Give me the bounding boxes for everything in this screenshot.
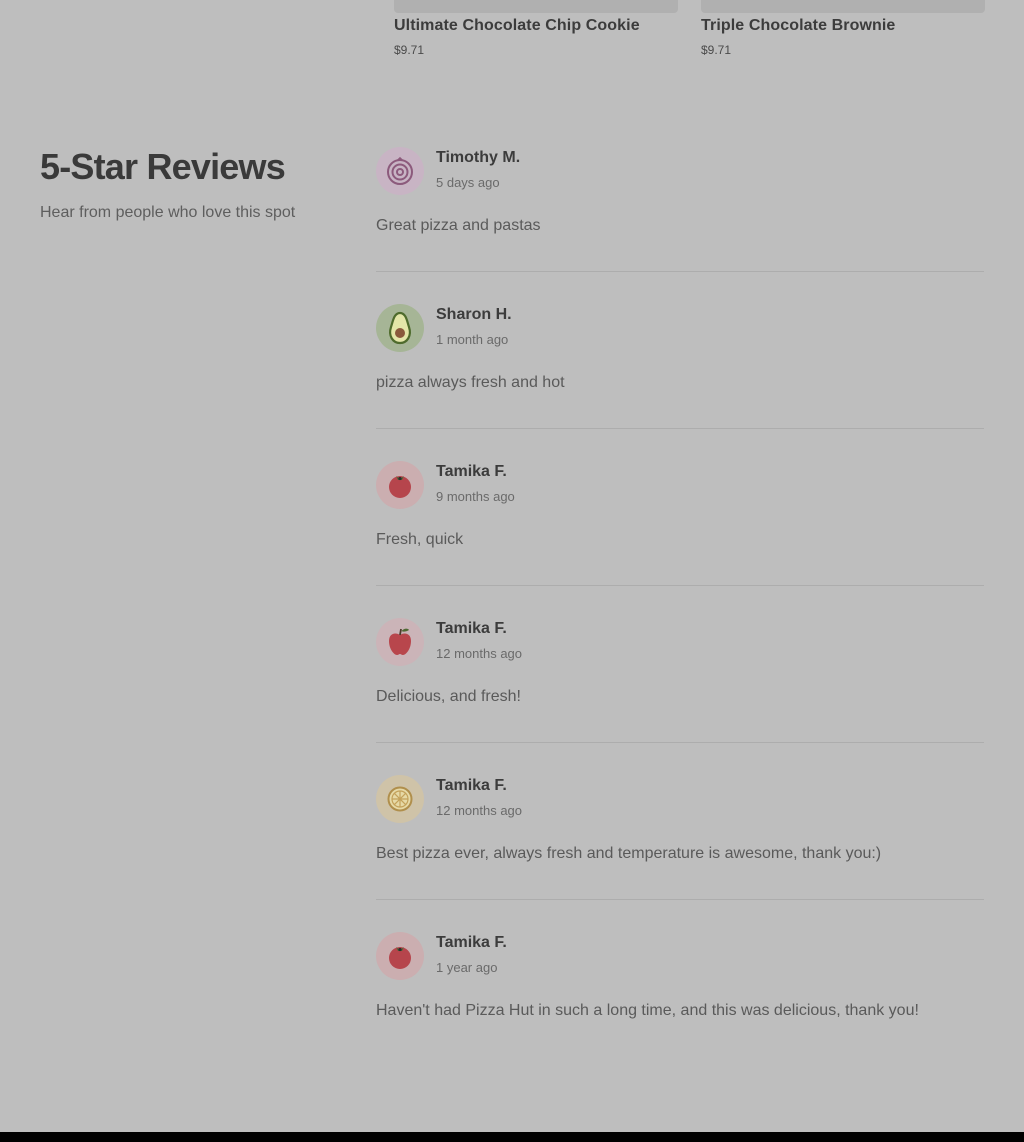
review-date: 12 months ago [436,803,523,818]
apple-icon [376,618,424,666]
review-item: Tamika F. 9 months ago Fresh, quick [376,461,984,586]
review-text: Great pizza and pastas [376,217,541,234]
review-text: Haven't had Pizza Hut in such a long tim… [376,1002,919,1019]
product-price: $9.71 [701,43,732,57]
reviewer-name: Tamika F. [436,934,507,951]
review-text: Delicious, and fresh! [376,688,521,705]
product-image[interactable] [394,0,678,13]
reviewer-name: Sharon H. [436,306,512,323]
review-date: 9 months ago [436,489,515,504]
review-item: Timothy M. 5 days ago Great pizza and pa… [376,147,984,272]
tomato-icon [376,461,424,509]
product-name[interactable]: Triple Chocolate Brownie [701,17,985,35]
product-card[interactable]: Ultimate Chocolate Chip Cookie $9.71 [394,0,678,57]
review-item: Tamika F. 12 months ago Best pizza ever,… [376,775,984,900]
review-text: Best pizza ever, always fresh and temper… [376,845,882,862]
reviewer-name: Tamika F. [436,777,507,794]
store-page: Ultimate Chocolate Chip Cookie $9.71 Tri… [0,0,1024,1142]
review-item: Tamika F. 1 year ago Haven't had Pizza H… [376,932,984,1056]
product-card[interactable]: Triple Chocolate Brownie $9.71 [701,0,985,57]
review-text: Fresh, quick [376,531,464,548]
review-date: 1 month ago [436,332,509,347]
product-price: $9.71 [394,43,425,57]
review-date: 1 year ago [436,960,498,975]
review-date: 12 months ago [436,646,523,661]
review-text: pizza always fresh and hot [376,374,565,391]
reviewer-name: Timothy M. [436,149,521,166]
product-image[interactable] [701,0,985,13]
lemon-icon [376,775,424,823]
review-item: Tamika F. 12 months ago Delicious, and f… [376,618,984,743]
review-list: Timothy M. 5 days ago Great pizza and pa… [376,147,984,1088]
product-name[interactable]: Ultimate Chocolate Chip Cookie [394,17,678,35]
reviews-title: 5-Star Reviews [40,146,286,187]
reviews-subtitle: Hear from people who love this spot [40,204,296,221]
review-item: Sharon H. 1 month ago pizza always fresh… [376,304,984,429]
onion-icon [376,147,424,195]
bottom-bar [0,1132,1024,1142]
tomato-icon [376,932,424,980]
reviewer-name: Tamika F. [436,620,507,637]
review-date: 5 days ago [436,175,500,190]
reviewer-name: Tamika F. [436,463,507,480]
avocado-icon [376,304,424,352]
